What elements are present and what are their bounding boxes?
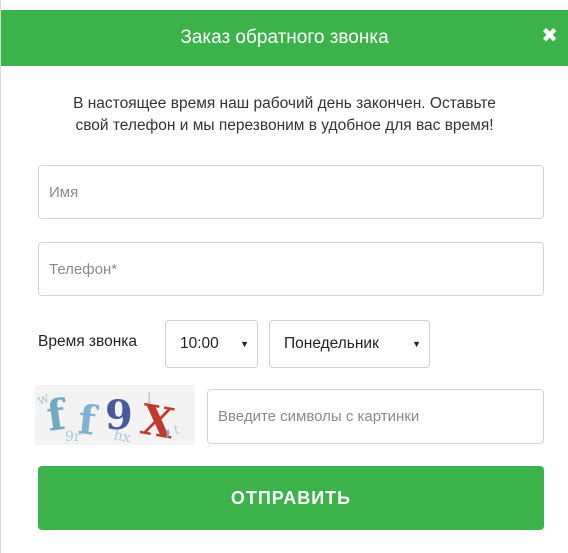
info-message-line-1: В настоящее время наш рабочий день закон… bbox=[73, 95, 496, 112]
time-select-value: 10:00 bbox=[180, 335, 219, 352]
day-select[interactable]: Понедельник ▼ bbox=[269, 320, 430, 368]
svg-text:9: 9 bbox=[105, 392, 133, 439]
captcha-image: w 9r hx l t f f 9 X , bbox=[35, 385, 195, 445]
name-input[interactable] bbox=[38, 165, 544, 219]
modal-header: Заказ обратного звонка ✖ bbox=[1, 10, 568, 66]
dropdown-caret-icon: ▼ bbox=[240, 339, 249, 349]
dropdown-caret-icon: ▼ bbox=[412, 339, 421, 349]
info-message-line-2: свой телефон и мы перезвоним в удобное д… bbox=[75, 117, 494, 134]
time-select[interactable]: 10:00 ▼ bbox=[165, 320, 258, 368]
call-time-label: Время звонка bbox=[38, 333, 138, 350]
modal-title: Заказ обратного звонка bbox=[180, 27, 389, 48]
submit-button[interactable]: ОТПРАВИТЬ bbox=[38, 466, 544, 530]
day-select-value: Понедельник bbox=[284, 335, 379, 352]
close-icon[interactable]: ✖ bbox=[541, 26, 558, 46]
callback-modal: Заказ обратного звонка ✖ В настоящее вре… bbox=[0, 0, 568, 553]
captcha-input[interactable] bbox=[207, 389, 544, 444]
info-message: В настоящее время наш рабочий день закон… bbox=[21, 93, 548, 137]
phone-input[interactable] bbox=[38, 242, 544, 296]
